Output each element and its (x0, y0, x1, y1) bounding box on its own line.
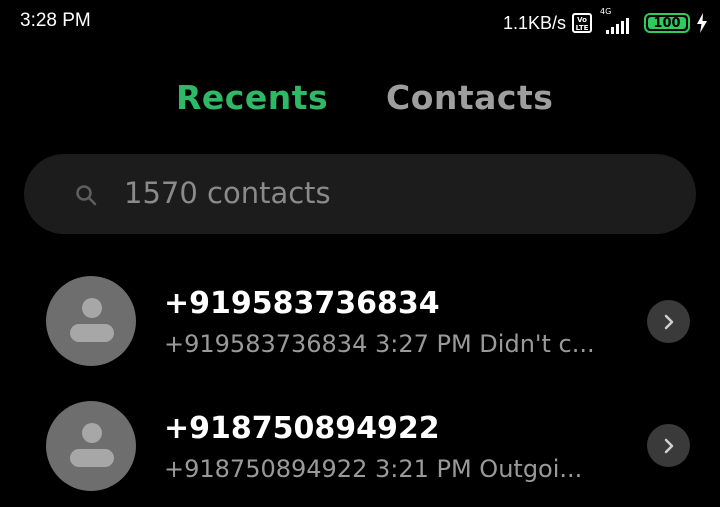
call-list-item[interactable]: +919583736834 +919583736834 3:27 PM Didn… (0, 262, 720, 382)
call-name: +919583736834 (164, 286, 440, 321)
avatar[interactable] (46, 276, 136, 366)
status-bar: 3:28 PM 1.1KB/s Vo LTE 4G 100 (0, 0, 720, 46)
tab-bar: Recents Contacts (0, 78, 720, 124)
volte-icon: Vo LTE (572, 13, 592, 33)
chevron-right-icon (664, 438, 673, 453)
tab-recents[interactable]: Recents (176, 78, 328, 117)
search-placeholder: 1570 contacts (124, 176, 331, 210)
call-detail: +919583736834 3:27 PM Didn't c... (164, 330, 595, 358)
charging-bolt-icon (697, 13, 707, 33)
search-input[interactable]: 1570 contacts (24, 154, 696, 234)
call-details-button[interactable] (647, 424, 690, 467)
battery-icon: 100 (644, 13, 690, 33)
network-type-label: 4G (600, 7, 612, 16)
status-time: 3:28 PM (20, 10, 91, 31)
chevron-right-icon (664, 314, 673, 329)
tab-contacts[interactable]: Contacts (386, 78, 553, 117)
network-speed: 1.1KB/s (502, 12, 566, 33)
status-indicators: 1.1KB/s Vo LTE 4G 100 (502, 7, 708, 36)
call-detail: +918750894922 3:21 PM Outgoi... (164, 455, 583, 483)
search-icon (76, 185, 97, 206)
call-details-button[interactable] (647, 300, 690, 343)
avatar[interactable] (46, 401, 136, 491)
person-icon (82, 298, 102, 318)
call-list-item[interactable]: +918750894922 +918750894922 3:21 PM Outg… (0, 387, 720, 507)
call-name: +918750894922 (164, 411, 440, 446)
signal-icon: 4G (598, 7, 638, 35)
person-icon (82, 423, 102, 443)
battery-level: 100 (653, 15, 681, 31)
